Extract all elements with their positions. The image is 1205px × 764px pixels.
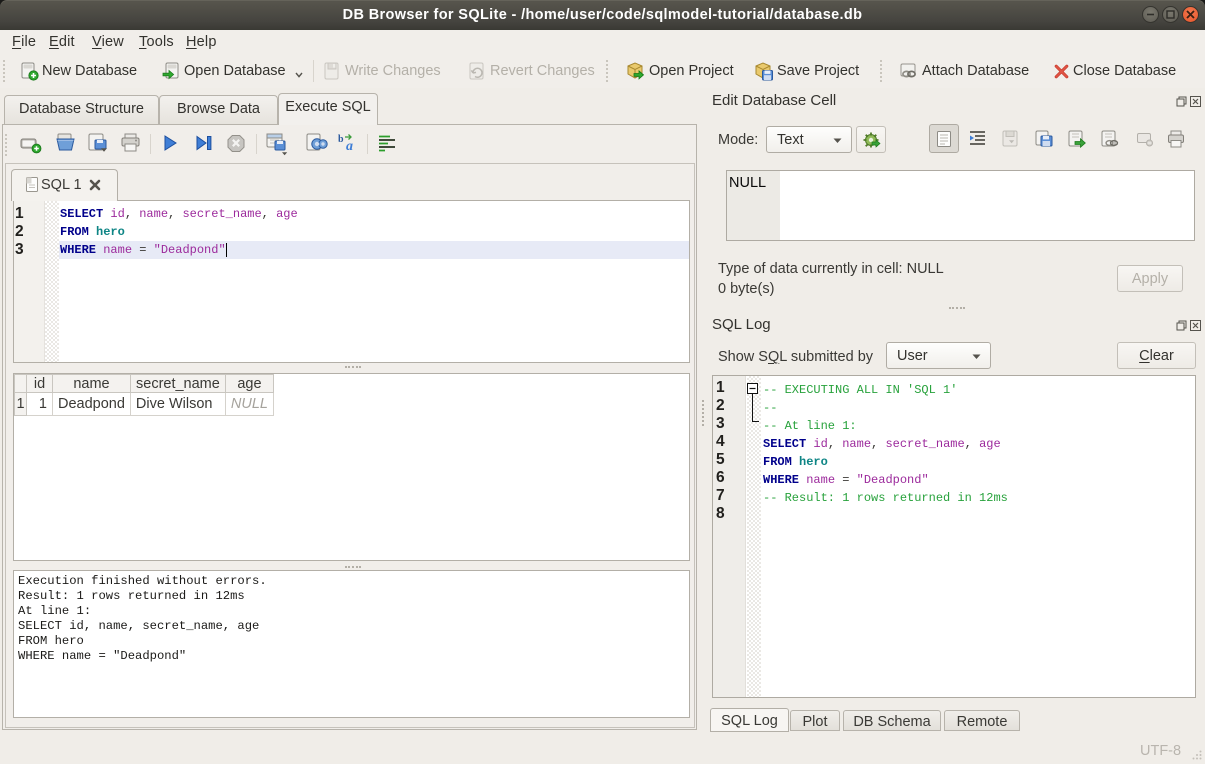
svg-text:a: a: [346, 139, 353, 153]
svg-text:b: b: [338, 134, 344, 145]
